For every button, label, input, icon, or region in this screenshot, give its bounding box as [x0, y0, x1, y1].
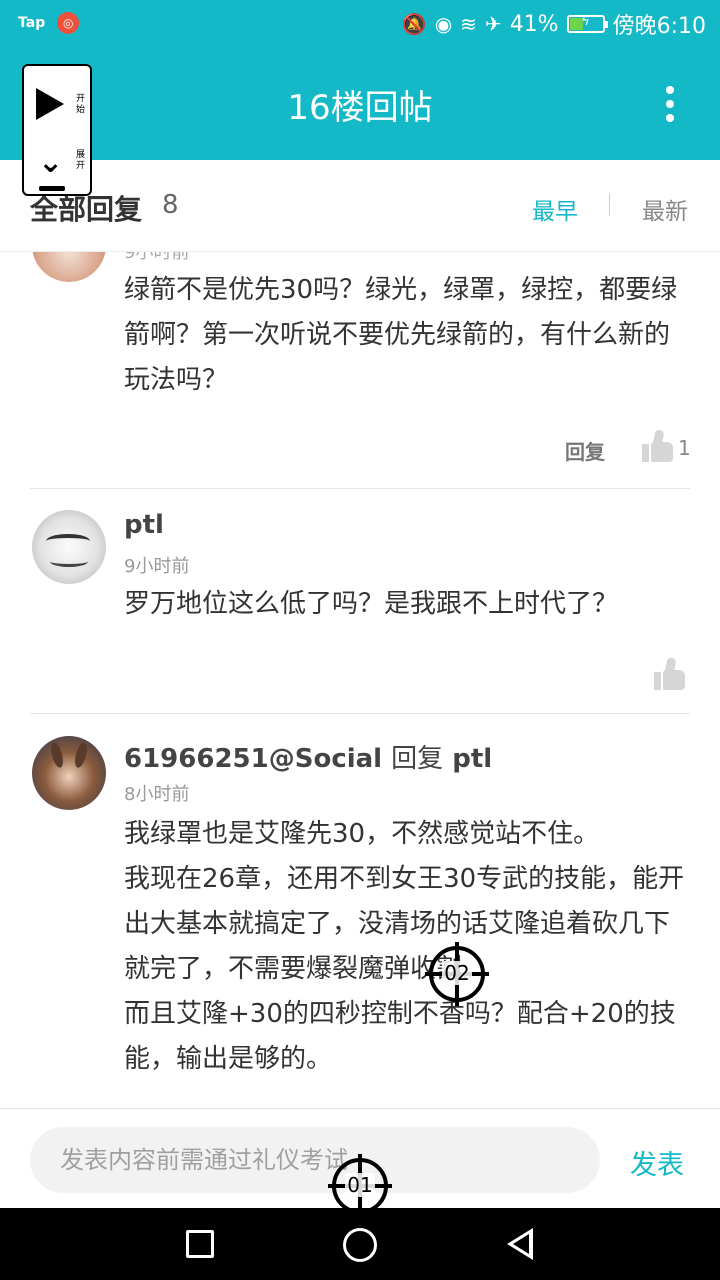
reply-to-username[interactable]: ptl — [452, 744, 492, 774]
battery-icon: ϟ — [566, 14, 608, 33]
replies-count: 8 — [162, 190, 179, 220]
author-name[interactable]: 61966251@Social — [124, 744, 382, 774]
reply-to-word: 回复 — [391, 744, 444, 774]
avatar[interactable] — [32, 252, 106, 282]
avatar[interactable] — [32, 510, 106, 584]
thumbs-up-icon[interactable] — [654, 657, 686, 690]
wifi-icon: ≋ — [460, 12, 477, 36]
comment-text: 绿箭不是优先30吗？绿光，绿罩，绿控，都要绿箭啊？第一次听说不要优先绿箭的，有什… — [124, 275, 678, 395]
replies-header: 全部回复 8 最早 最新 — [0, 160, 720, 252]
marker-label: 02 — [442, 961, 472, 985]
eye-icon: ◉ — [434, 12, 453, 36]
expand-bar-icon — [39, 186, 65, 191]
comment-line: 我现在26章，还用不到女王30专武的技能，能开出大基本就搞定了，没清场的话艾隆追… — [124, 864, 685, 984]
comment-line: 我绿罩也是艾隆先30，不然感觉站不住。 — [124, 819, 600, 849]
marker-label: 01 — [345, 1173, 375, 1197]
comment-username[interactable]: 61966251@Social 回复 ptl — [124, 738, 492, 775]
mute-icon: 🔕 — [401, 12, 427, 36]
status-bar: Tap ◎ 🔕 ◉ ≋ ✈ 41% ϟ 傍晚6:10 — [0, 0, 720, 50]
netease-music-icon: ◎ — [57, 12, 80, 34]
more-vertical-icon[interactable] — [666, 86, 674, 122]
like-count: 1 — [678, 436, 691, 460]
floating-recorder-widget[interactable]: 开始 ⌄ 展开 — [22, 64, 92, 196]
sort-newest-button[interactable]: 最新 — [642, 192, 688, 226]
sort-divider — [609, 194, 610, 216]
start-label: 开始 — [76, 94, 86, 115]
page-title: 16楼回帖 — [287, 88, 433, 128]
comment-username[interactable]: ptl — [124, 510, 164, 540]
recents-icon[interactable] — [186, 1230, 214, 1258]
comment-time: 9小时前 — [124, 252, 190, 263]
airplane-icon: ✈ — [484, 12, 502, 36]
app-header: Tap ◎ 🔕 ◉ ≋ ✈ 41% ϟ 傍晚6:10 16楼回帖 — [0, 0, 720, 160]
home-icon[interactable] — [343, 1228, 377, 1262]
comment-input[interactable] — [30, 1127, 600, 1193]
thumbs-up-icon[interactable] — [642, 429, 674, 462]
system-nav-bar — [0, 1208, 720, 1280]
comment-feed[interactable]: 9小时前 绿箭不是优先30吗？绿光，绿罩，绿控，都要绿箭啊？第一次听说不要优先绿… — [0, 252, 720, 1108]
crosshair-marker: 02 — [425, 942, 489, 1006]
battery-percent: 41% — [509, 11, 559, 37]
play-icon[interactable] — [36, 88, 64, 120]
avatar[interactable] — [32, 736, 106, 810]
reply-button[interactable]: 回复 — [565, 436, 605, 465]
chevron-down-icon[interactable]: ⌄ — [38, 148, 63, 178]
divider — [30, 488, 690, 489]
publish-button[interactable]: 发表 — [630, 1143, 684, 1182]
comment-time: 9小时前 — [124, 556, 190, 577]
back-icon[interactable] — [507, 1228, 533, 1260]
sort-earliest-button[interactable]: 最早 — [532, 192, 578, 226]
divider — [30, 713, 690, 714]
comment-line: 而且艾隆+30的四秒控制不香吗？配合+20的技能，输出是够的。 — [124, 999, 676, 1074]
expand-label: 展开 — [76, 150, 86, 171]
comment-text: 我绿罩也是艾隆先30，不然感觉站不住。 我现在26章，还用不到女王30专武的技能… — [124, 812, 694, 1082]
charging-icon: ϟ — [581, 14, 590, 29]
tap-app-icon: Tap — [18, 15, 46, 31]
comment-text: 罗万地位这么低了吗？是我跟不上时代了？ — [124, 589, 619, 619]
status-time: 傍晚6:10 — [612, 14, 706, 39]
crosshair-marker: 01 — [328, 1154, 392, 1218]
comment-time: 8小时前 — [124, 784, 190, 805]
